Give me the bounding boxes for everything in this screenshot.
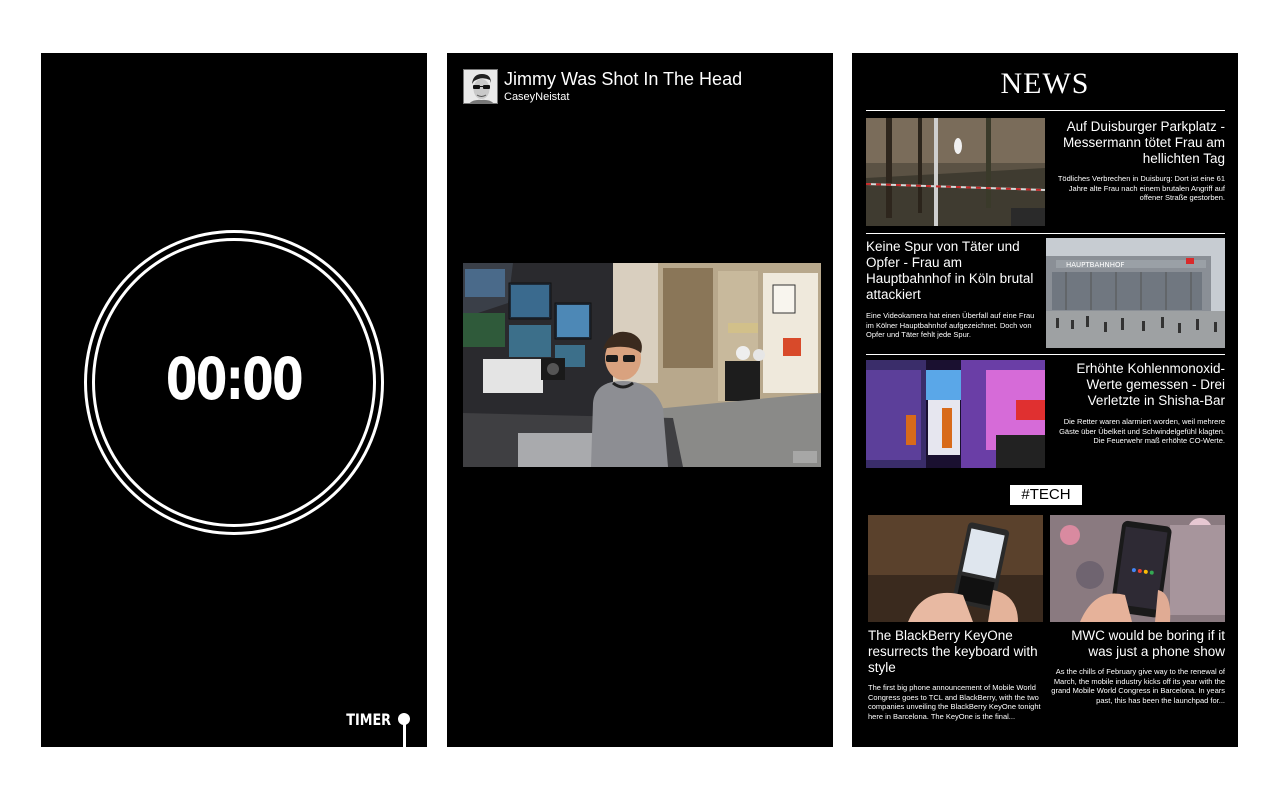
- article-2-image[interactable]: HAUPTBAHNHOF: [1046, 238, 1225, 348]
- article-3-image[interactable]: [866, 360, 1045, 468]
- timer-display: 00:00: [165, 345, 304, 413]
- crime-scene-image: [866, 118, 1045, 226]
- article-1-snippet: Tödliches Verbrechen in Duisburg: Dort i…: [1057, 174, 1225, 202]
- tech-article-2-snippet: As the chills of February give way to th…: [1051, 667, 1225, 705]
- timer-stem: [403, 721, 406, 747]
- tech-article-1-snippet: The first big phone announcement of Mobi…: [868, 683, 1041, 721]
- station-sign-text: HAUPTBAHNHOF: [1066, 261, 1125, 269]
- station-image: HAUPTBAHNHOF: [1046, 238, 1225, 348]
- timer-panel: 00:00 TIMER: [41, 53, 427, 747]
- avatar-face-icon: [464, 70, 497, 103]
- article-1-headline[interactable]: Auf Duisburger Parkplatz - Messermann tö…: [1052, 119, 1225, 167]
- android-phone-image: [1050, 515, 1225, 622]
- article-3-headline[interactable]: Erhöhte Kohlenmonoxid-Werte gemessen - D…: [1052, 361, 1225, 409]
- video-frame-image: [463, 263, 821, 467]
- channel-name[interactable]: CaseyNeistat: [504, 91, 569, 103]
- news-title: NEWS: [1000, 67, 1090, 100]
- blackberry-phone-image: [868, 515, 1043, 622]
- channel-avatar[interactable]: [463, 69, 498, 104]
- divider: [866, 110, 1225, 111]
- tech-article-1-headline[interactable]: The BlackBerry KeyOne resurrects the key…: [868, 628, 1044, 676]
- video-player[interactable]: [463, 263, 821, 467]
- tech-article-1-image[interactable]: [868, 515, 1043, 622]
- video-panel: Jimmy Was Shot In The Head CaseyNeistat: [447, 53, 833, 747]
- article-2-snippet: Eine Videokamera hat einen Überfall auf …: [866, 311, 1035, 339]
- news-panel: NEWS Auf Duisburger Parkplatz - Messerma…: [852, 53, 1238, 747]
- article-3-snippet: Die Retter waren alarmiert worden, weil …: [1059, 417, 1225, 445]
- article-2-headline[interactable]: Keine Spur von Täter und Opfer - Frau am…: [866, 239, 1042, 303]
- article-1-image[interactable]: [866, 118, 1045, 226]
- ambulance-image: [866, 360, 1045, 468]
- tech-section-tag[interactable]: #TECH: [1010, 485, 1082, 505]
- video-title[interactable]: Jimmy Was Shot In The Head: [504, 69, 742, 90]
- divider: [866, 354, 1225, 355]
- timer-label: TIMER: [346, 710, 391, 729]
- tech-article-2-headline[interactable]: MWC would be boring if it was just a pho…: [1050, 628, 1225, 660]
- divider: [866, 233, 1225, 234]
- tech-article-2-image[interactable]: [1050, 515, 1225, 622]
